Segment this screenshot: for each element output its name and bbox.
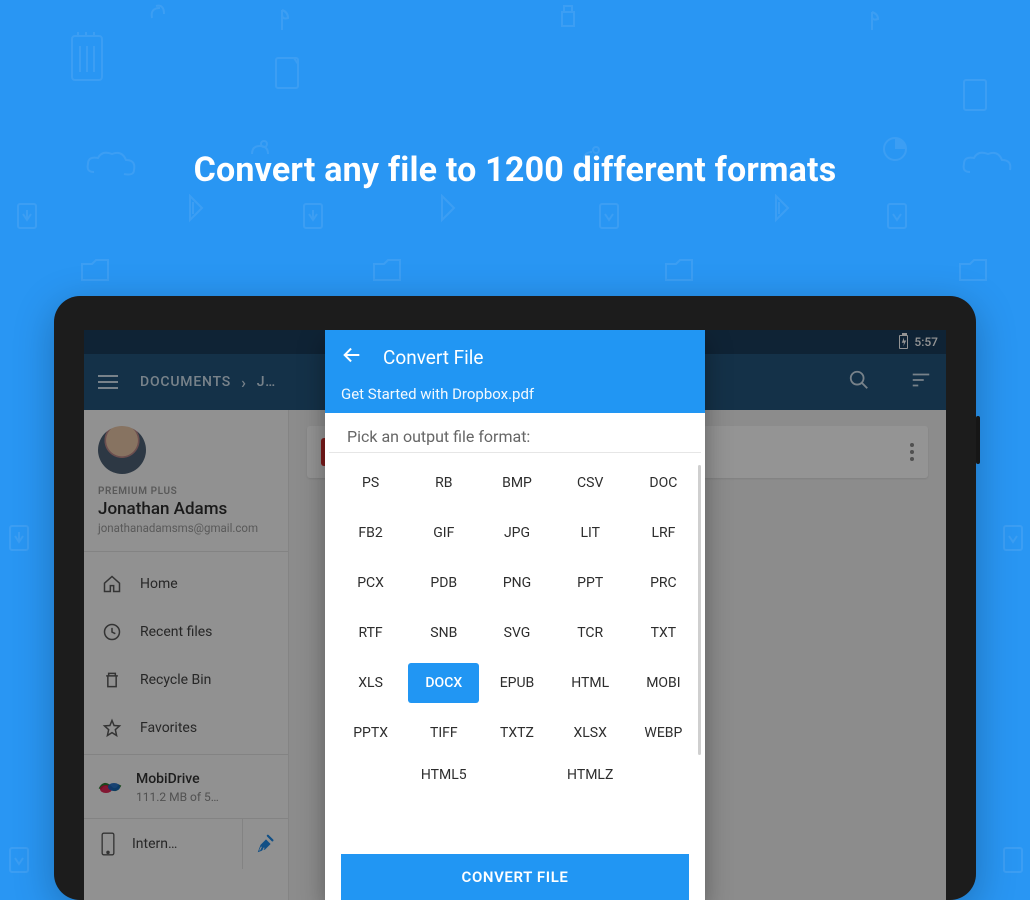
convert-file-dialog: Convert File Get Started with Dropbox.pd… bbox=[325, 330, 705, 900]
format-option-prc[interactable]: PRC bbox=[628, 563, 699, 603]
tablet-screen: 5:57 DOCUMENTS › J… PREMIU bbox=[84, 330, 946, 900]
promo-headline: Convert any file to 1200 different forma… bbox=[0, 150, 1030, 190]
dialog-title: Convert File bbox=[383, 346, 484, 369]
format-option-xlsx[interactable]: XLSX bbox=[555, 713, 626, 753]
format-option-htmlz[interactable]: HTMLZ bbox=[555, 763, 626, 789]
format-option-png[interactable]: PNG bbox=[481, 563, 552, 603]
picker-label: Pick an output file format: bbox=[329, 413, 701, 453]
format-option-txtz[interactable]: TXTZ bbox=[481, 713, 552, 753]
tablet-power-button bbox=[976, 416, 980, 464]
format-option-rb[interactable]: RB bbox=[408, 463, 479, 503]
convert-button[interactable]: CONVERT FILE bbox=[341, 854, 689, 900]
format-option-ps[interactable]: PS bbox=[335, 463, 406, 503]
format-option-ppt[interactable]: PPT bbox=[555, 563, 626, 603]
format-option-gif[interactable]: GIF bbox=[408, 513, 479, 553]
format-option-empty bbox=[335, 763, 406, 789]
format-option-html5[interactable]: HTML5 bbox=[408, 763, 479, 789]
format-option-pptx[interactable]: PPTX bbox=[335, 713, 406, 753]
format-option-lit[interactable]: LIT bbox=[555, 513, 626, 553]
format-option-pdb[interactable]: PDB bbox=[408, 563, 479, 603]
format-option-empty bbox=[628, 763, 699, 789]
format-option-snb[interactable]: SNB bbox=[408, 613, 479, 653]
format-option-csv[interactable]: CSV bbox=[555, 463, 626, 503]
format-option-xls[interactable]: XLS bbox=[335, 663, 406, 703]
format-option-tcr[interactable]: TCR bbox=[555, 613, 626, 653]
dialog-filename: Get Started with Dropbox.pdf bbox=[341, 385, 689, 403]
format-option-doc[interactable]: DOC bbox=[628, 463, 699, 503]
format-grid: PSRBBMPCSVDOCFB2GIFJPGLITLRFPCXPDBPNGPPT… bbox=[335, 463, 699, 789]
format-option-tiff[interactable]: TIFF bbox=[408, 713, 479, 753]
format-option-rtf[interactable]: RTF bbox=[335, 613, 406, 653]
format-option-svg[interactable]: SVG bbox=[481, 613, 552, 653]
format-option-bmp[interactable]: BMP bbox=[481, 463, 552, 503]
format-option-webp[interactable]: WEBP bbox=[628, 713, 699, 753]
format-option-docx[interactable]: DOCX bbox=[408, 663, 479, 703]
format-option-mobi[interactable]: MOBI bbox=[628, 663, 699, 703]
format-option-pcx[interactable]: PCX bbox=[335, 563, 406, 603]
format-option-txt[interactable]: TXT bbox=[628, 613, 699, 653]
format-option-empty bbox=[481, 763, 552, 789]
format-option-jpg[interactable]: JPG bbox=[481, 513, 552, 553]
format-option-html[interactable]: HTML bbox=[555, 663, 626, 703]
format-option-fb2[interactable]: FB2 bbox=[335, 513, 406, 553]
tablet-frame: 5:57 DOCUMENTS › J… PREMIU bbox=[54, 296, 976, 900]
format-option-lrf[interactable]: LRF bbox=[628, 513, 699, 553]
format-option-epub[interactable]: EPUB bbox=[481, 663, 552, 703]
back-icon[interactable] bbox=[341, 344, 363, 371]
scrollbar[interactable] bbox=[698, 465, 701, 755]
